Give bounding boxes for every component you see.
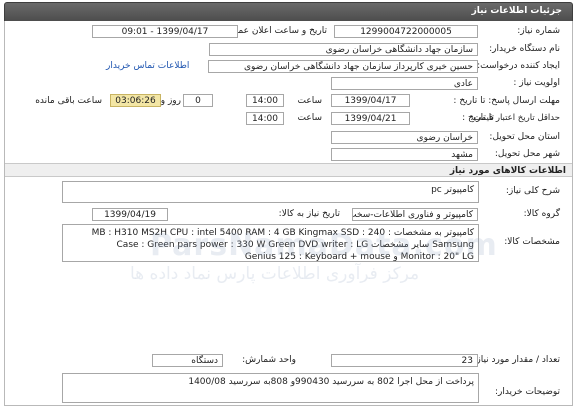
need-date-label: تاریخ نیاز به کالا:: [278, 209, 340, 219]
unit-field[interactable]: دستگاه: [152, 354, 223, 367]
unit-label: واحد شمارش:: [242, 355, 296, 365]
remaining-days-field[interactable]: 0: [183, 94, 213, 107]
remaining-time-field: 03:06:26: [110, 94, 161, 107]
creator-label: ایجاد کننده درخواست:: [477, 61, 560, 71]
buyer-org-label: نام دستگاه خریدار:: [489, 44, 560, 54]
qty-field[interactable]: 23: [331, 354, 478, 367]
need-date-field[interactable]: 1399/04/19: [92, 208, 168, 221]
summary-label: شرح کلی نیاز:: [505, 186, 560, 196]
validity-date-field[interactable]: 1399/04/21: [331, 112, 410, 125]
city-field[interactable]: مشهد: [331, 148, 478, 161]
notes-field[interactable]: پرداخت از محل اجرا 802 به سررسید 990430و…: [62, 373, 479, 403]
remaining-days-label: روز و: [160, 96, 181, 106]
specs-line-2: Samsung سایر مشخصات Case : Green pars po…: [116, 240, 474, 250]
validity-prefix-label: تا تاریخ :: [462, 113, 494, 123]
need-number-field[interactable]: 1299004722000005: [334, 25, 478, 38]
deadline-label: مهلت ارسال پاسخ: تا تاریخ :: [453, 96, 560, 106]
validity-time-label: ساعت: [297, 113, 323, 123]
city-label: شهر محل تحویل:: [494, 149, 560, 159]
announce-field[interactable]: 1399/04/17 - 09:01: [92, 25, 238, 38]
specs-label: مشخصات کالا:: [504, 237, 560, 247]
group-label: گروه کالا:: [523, 209, 560, 219]
province-label: استان محل تحویل:: [489, 132, 560, 142]
notes-label: توضیحات خریدار:: [494, 387, 560, 397]
deadline-date-field[interactable]: 1399/04/17: [331, 94, 410, 107]
need-details-panel: شماره نیاز: 1299004722000005 تاریخ و ساع…: [4, 21, 573, 406]
buyer-contact-link[interactable]: اطلاعات تماس خریدار: [106, 61, 189, 71]
deadline-time-field[interactable]: 14:00: [246, 94, 284, 107]
panel-title: جزئیات اطلاعات نیاز: [471, 6, 562, 16]
priority-label: اولویت نیاز :: [513, 78, 560, 88]
deadline-time-label: ساعت: [297, 96, 323, 106]
qty-label: تعداد / مقدار مورد نیاز:: [473, 355, 560, 365]
remaining-time-label: ساعت باقی مانده: [35, 96, 102, 106]
need-number-label: شماره نیاز:: [517, 26, 560, 36]
specs-line-1: کامپیوتر به مشخصات : MB : H310 MS2H CPU …: [91, 228, 474, 238]
panel-header: جزئیات اطلاعات نیاز: [4, 2, 573, 22]
group-field[interactable]: کامپیوتر و فناوری اطلاعات-سخت افزار: [352, 208, 478, 221]
validity-time-field[interactable]: 14:00: [246, 112, 284, 125]
priority-field[interactable]: عادی: [331, 77, 478, 90]
creator-field[interactable]: حسین خیری کارپرداز سازمان جهاد دانشگاهی …: [208, 60, 478, 73]
goods-section-title: اطلاعات کالاهای مورد نیاز: [5, 163, 572, 177]
specs-field[interactable]: کامپیوتر به مشخصات : MB : H310 MS2H CPU …: [62, 224, 479, 262]
province-field[interactable]: خراسان رضوی: [331, 131, 478, 144]
buyer-org-field[interactable]: سازمان جهاد دانشگاهی خراسان رضوی: [209, 43, 478, 56]
specs-line-3: Monitor : 20" LG و Genius 125 : Keyboard…: [244, 252, 474, 262]
summary-field[interactable]: کامپیوتر pc: [62, 181, 479, 203]
